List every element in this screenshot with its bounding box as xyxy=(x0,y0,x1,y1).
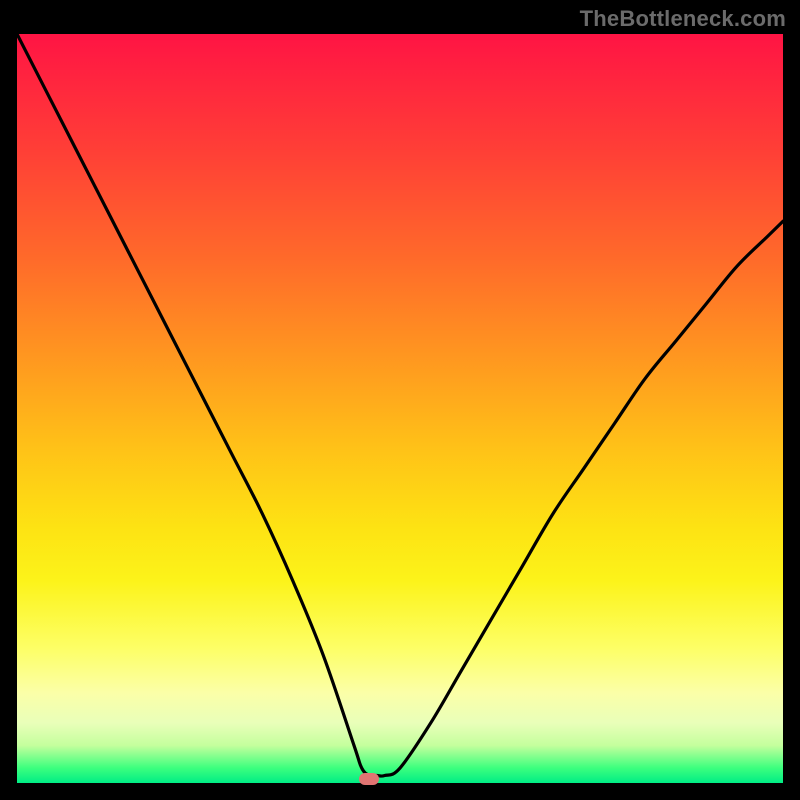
chart-container: TheBottleneck.com xyxy=(0,0,800,800)
bottleneck-curve xyxy=(17,34,783,783)
optimal-marker xyxy=(359,773,379,785)
plot-area xyxy=(17,34,783,783)
watermark-label: TheBottleneck.com xyxy=(580,6,786,32)
